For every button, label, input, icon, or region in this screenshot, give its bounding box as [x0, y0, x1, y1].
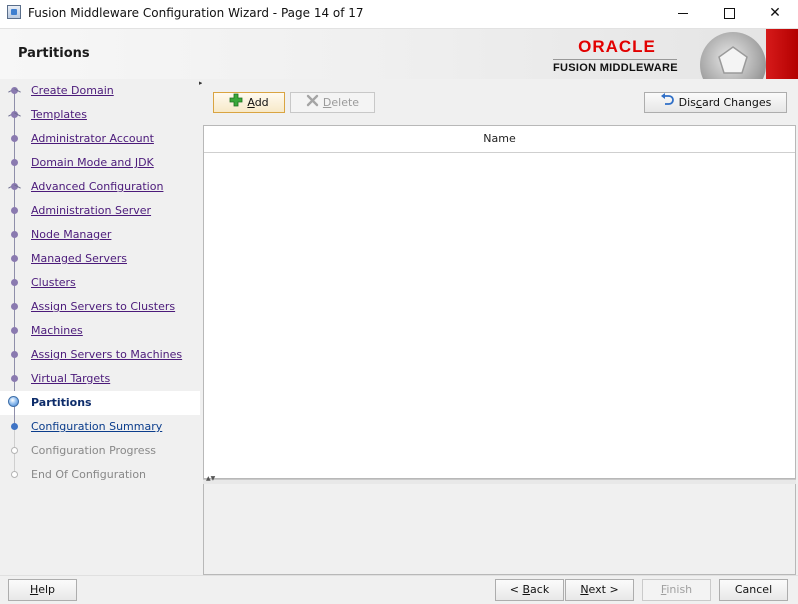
nav-step[interactable]: Administrator Account	[0, 127, 200, 163]
back-button[interactable]: < Back	[495, 579, 564, 601]
wizard-steps-nav: Create Domain Templates Administrator Acco…	[0, 79, 200, 573]
step-node-icon	[8, 183, 21, 190]
nav-step-label: Templates	[31, 108, 87, 121]
step-node-icon	[11, 351, 18, 358]
fusion-middleware-logo: FUSION MIDDLEWARE	[553, 62, 678, 74]
step-node-icon	[11, 447, 18, 454]
nav-step-label: Advanced Configuration	[31, 180, 164, 193]
step-node-icon	[11, 327, 18, 334]
title-bar: Fusion Middleware Configuration Wizard -…	[0, 0, 798, 29]
back-label-pre: <	[509, 583, 523, 596]
nav-step[interactable]: Node Manager	[0, 223, 200, 259]
nav-step-label: Create Domain	[31, 84, 114, 97]
nav-step: Configuration Progress	[0, 439, 200, 475]
nav-step-label: Clusters	[31, 276, 76, 289]
step-node-icon	[11, 231, 18, 238]
logo-divider	[553, 59, 677, 60]
step-node-icon	[11, 375, 18, 382]
nav-step-label: Node Manager	[31, 228, 112, 241]
close-button[interactable]: ✕	[752, 0, 798, 28]
footer-bar: Help < Back Next > Finish Cancel	[0, 575, 798, 604]
nav-step[interactable]: Advanced Configuration	[0, 175, 200, 211]
step-node-icon	[11, 471, 18, 478]
nav-step[interactable]: Clusters	[0, 271, 200, 307]
help-mnemonic: H	[29, 583, 39, 596]
partitions-table[interactable]: Name	[203, 125, 796, 479]
help-button[interactable]: Help	[8, 579, 77, 601]
details-panel	[203, 484, 796, 575]
maximize-icon	[723, 7, 735, 19]
nav-step[interactable]: Managed Servers	[0, 247, 200, 283]
nav-step-label: Assign Servers to Clusters	[31, 300, 176, 313]
step-node-icon	[11, 159, 18, 166]
discard-changes-button[interactable]: Discard Changes	[644, 92, 787, 113]
delete-label: elete	[331, 96, 360, 109]
nav-step-label: End Of Configuration	[31, 468, 147, 481]
undo-icon	[660, 93, 675, 113]
step-node-icon	[8, 396, 19, 407]
add-button[interactable]: Add	[213, 92, 285, 113]
column-header-name[interactable]: Name	[204, 126, 795, 153]
step-node-icon	[11, 207, 18, 214]
finish-button[interactable]: Finish	[642, 579, 711, 601]
nav-step[interactable]: Administration Server	[0, 199, 200, 235]
nav-step-label: Configuration Summary	[31, 420, 163, 433]
x-icon	[306, 94, 319, 113]
oracle-logo: ORACLE	[578, 37, 656, 56]
page-title: Partitions	[18, 46, 90, 61]
nav-step[interactable]: Create Domain	[0, 79, 200, 115]
step-node-icon	[11, 135, 18, 142]
nav-step-label: Partitions	[31, 396, 92, 409]
discard-label-rest: ard Changes	[701, 96, 772, 109]
delete-button[interactable]: Delete	[290, 92, 375, 113]
nav-step[interactable]: Configuration Summary	[0, 415, 200, 451]
nav-step-label: Domain Mode and JDK	[31, 156, 154, 169]
nav-step-label: Administrator Account	[31, 132, 154, 145]
app-icon	[7, 5, 21, 19]
minimize-button[interactable]	[660, 0, 706, 28]
back-mnemonic: B	[522, 583, 531, 596]
nav-step-label: Machines	[31, 324, 83, 337]
nav-step-label: Virtual Targets	[31, 372, 111, 385]
next-button[interactable]: Next >	[565, 579, 634, 601]
plus-icon	[229, 93, 243, 113]
help-label: elp	[38, 583, 56, 596]
step-node-icon	[8, 111, 21, 118]
add-mnemonic: A	[247, 96, 255, 109]
nav-step[interactable]: Machines	[0, 319, 200, 355]
step-node-icon	[11, 303, 18, 310]
nav-step[interactable]: Assign Servers to Clusters	[0, 295, 200, 331]
nav-step-label: Assign Servers to Machines	[31, 348, 183, 361]
nav-step[interactable]: Assign Servers to Machines	[0, 343, 200, 379]
splitter-arrows-icon: ▲▼	[206, 475, 216, 482]
next-label: ext >	[588, 583, 619, 596]
wizard-header: Partitions ORACLE FUSION MIDDLEWARE	[0, 29, 798, 79]
nav-step-label: Administration Server	[31, 204, 152, 217]
nav-step[interactable]: Templates	[0, 103, 200, 139]
nav-step[interactable]: Partitions	[0, 391, 200, 427]
nav-step-label: Configuration Progress	[31, 444, 157, 457]
nav-step-label: Managed Servers	[31, 252, 127, 265]
window-title: Fusion Middleware Configuration Wizard -…	[28, 6, 364, 20]
nav-step: End Of Configuration	[0, 463, 200, 487]
step-node-icon	[11, 279, 18, 286]
step-node-icon	[8, 87, 21, 94]
nav-step[interactable]: Domain Mode and JDK	[0, 151, 200, 187]
close-icon: ✕	[769, 5, 781, 21]
maximize-button[interactable]	[706, 0, 752, 28]
header-red-accent	[766, 29, 798, 79]
nav-step[interactable]: Virtual Targets	[0, 367, 200, 403]
step-node-icon	[11, 255, 18, 262]
add-label: dd	[254, 96, 269, 109]
cancel-button[interactable]: Cancel	[719, 579, 788, 601]
next-mnemonic: N	[580, 583, 589, 596]
back-label: ack	[530, 583, 550, 596]
discard-label-pre: Dis	[678, 96, 696, 109]
finish-label: inish	[666, 583, 693, 596]
step-node-icon	[11, 423, 18, 430]
minimize-icon	[678, 12, 688, 14]
